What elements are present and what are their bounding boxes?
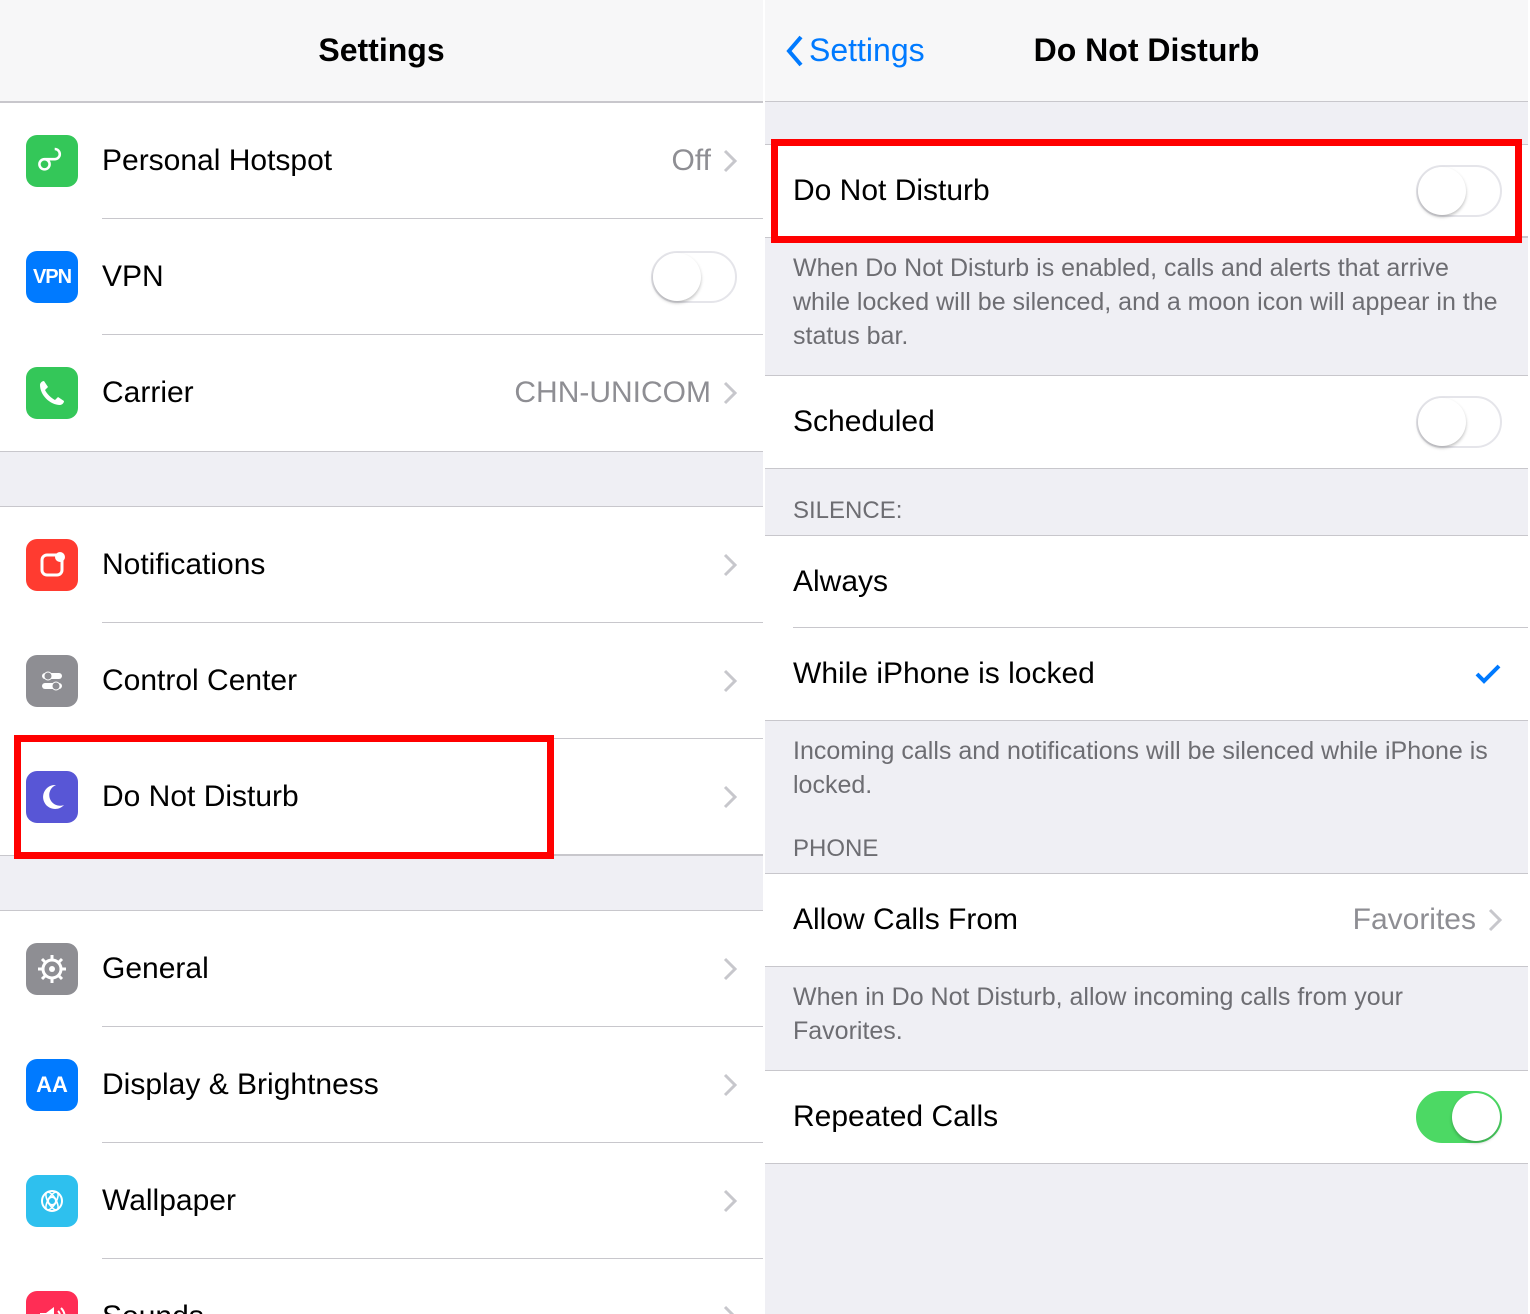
row-label: Scheduled <box>793 405 1416 439</box>
chevron-right-icon <box>723 1305 737 1314</box>
row-vpn[interactable]: VPN VPN <box>0 219 763 335</box>
dnd-pane: Settings Do Not Disturb Do Not Disturb W… <box>765 0 1530 1314</box>
dnd-group-scheduled: Scheduled <box>765 375 1528 469</box>
settings-pane: Settings Personal Hotspot Off VPN VPN <box>0 0 765 1314</box>
dnd-footer-1: When Do Not Disturb is enabled, calls an… <box>765 238 1528 375</box>
row-notifications[interactable]: Notifications <box>0 507 763 623</box>
chevron-right-icon <box>723 553 737 577</box>
display-icon: AA <box>26 1059 78 1111</box>
notifications-icon <box>26 539 78 591</box>
dnd-toggle[interactable] <box>1416 165 1502 217</box>
vpn-toggle[interactable] <box>651 251 737 303</box>
dnd-group-repeated: Repeated Calls <box>765 1070 1528 1164</box>
chevron-right-icon <box>723 1073 737 1097</box>
row-label: Display & Brightness <box>102 1068 723 1102</box>
dnd-group-silence: Always While iPhone is locked <box>765 535 1528 721</box>
row-value: Off <box>672 144 711 178</box>
row-label: General <box>102 952 723 986</box>
row-label: While iPhone is locked <box>793 657 1474 691</box>
row-label: Carrier <box>102 376 514 410</box>
row-label: Notifications <box>102 548 723 582</box>
row-sounds[interactable]: Sounds <box>0 1259 763 1314</box>
row-label: Repeated Calls <box>793 1100 1416 1134</box>
chevron-right-icon <box>1488 908 1502 932</box>
settings-title: Settings <box>318 32 444 69</box>
row-label: Do Not Disturb <box>793 174 1416 208</box>
settings-navbar: Settings <box>0 0 763 102</box>
silence-footer: Incoming calls and notifications will be… <box>765 721 1528 825</box>
row-scheduled[interactable]: Scheduled <box>765 376 1528 468</box>
moon-icon <box>26 771 78 823</box>
scheduled-toggle[interactable] <box>1416 396 1502 448</box>
chevron-right-icon <box>723 669 737 693</box>
dnd-group-toggle: Do Not Disturb <box>765 144 1528 238</box>
row-label: Sounds <box>102 1300 723 1314</box>
row-carrier[interactable]: Carrier CHN-UNICOM <box>0 335 763 451</box>
row-personal-hotspot[interactable]: Personal Hotspot Off <box>0 103 763 219</box>
chevron-right-icon <box>723 149 737 173</box>
dnd-title: Do Not Disturb <box>1034 32 1260 69</box>
row-do-not-disturb[interactable]: Do Not Disturb <box>0 739 763 855</box>
row-label: VPN <box>102 260 651 294</box>
row-control-center[interactable]: Control Center <box>0 623 763 739</box>
chevron-left-icon <box>783 33 805 69</box>
settings-group-2: General AA Display & Brightness Wallpape… <box>0 910 763 1314</box>
gear-icon <box>26 943 78 995</box>
row-allow-calls-from[interactable]: Allow Calls From Favorites <box>765 874 1528 966</box>
back-label: Settings <box>809 32 925 69</box>
row-value: Favorites <box>1353 903 1476 937</box>
silence-header: SILENCE: <box>765 469 1528 535</box>
dnd-navbar: Settings Do Not Disturb <box>765 0 1528 102</box>
dnd-group-allowcalls: Allow Calls From Favorites <box>765 873 1528 967</box>
row-label: Do Not Disturb <box>102 780 723 814</box>
chevron-right-icon <box>723 1189 737 1213</box>
row-silence-locked[interactable]: While iPhone is locked <box>765 628 1528 720</box>
row-general[interactable]: General <box>0 911 763 1027</box>
row-label: Always <box>793 565 1502 599</box>
check-icon <box>1474 663 1502 685</box>
row-repeated-calls[interactable]: Repeated Calls <box>765 1071 1528 1163</box>
row-value: CHN-UNICOM <box>514 376 711 410</box>
sounds-icon <box>26 1291 78 1314</box>
row-label: Personal Hotspot <box>102 144 672 178</box>
row-label: Allow Calls From <box>793 903 1353 937</box>
phone-header: PHONE <box>765 825 1528 873</box>
back-button[interactable]: Settings <box>783 32 925 69</box>
allowcalls-footer: When in Do Not Disturb, allow incoming c… <box>765 967 1528 1071</box>
hotspot-icon <box>26 135 78 187</box>
chevron-right-icon <box>723 785 737 809</box>
repeated-calls-toggle[interactable] <box>1416 1091 1502 1143</box>
settings-group-1: Notifications Control Center Do Not <box>0 506 763 856</box>
row-dnd-toggle[interactable]: Do Not Disturb <box>765 145 1528 237</box>
row-wallpaper[interactable]: Wallpaper <box>0 1143 763 1259</box>
wallpaper-icon <box>26 1175 78 1227</box>
control-center-icon <box>26 655 78 707</box>
row-label: Wallpaper <box>102 1184 723 1218</box>
row-display-brightness[interactable]: AA Display & Brightness <box>0 1027 763 1143</box>
chevron-right-icon <box>723 957 737 981</box>
row-label: Control Center <box>102 664 723 698</box>
vpn-icon: VPN <box>26 251 78 303</box>
row-silence-always[interactable]: Always <box>765 536 1528 628</box>
chevron-right-icon <box>723 381 737 405</box>
phone-icon <box>26 367 78 419</box>
settings-group-0: Personal Hotspot Off VPN VPN Carr <box>0 102 763 452</box>
